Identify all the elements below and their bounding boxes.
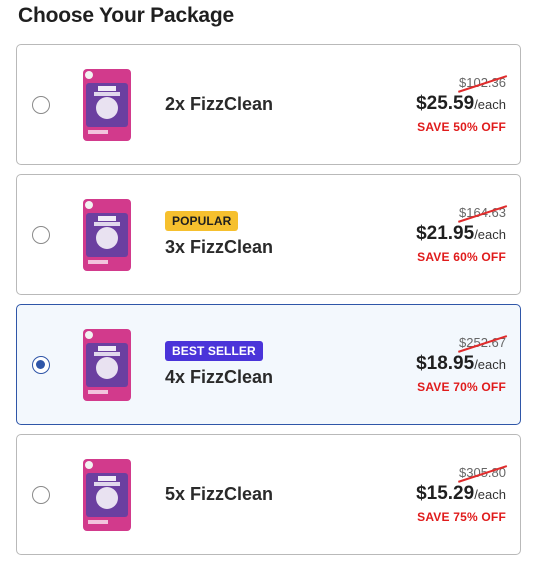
product-pack-image: [83, 458, 131, 531]
sale-price: $15.29: [416, 483, 475, 504]
original-price: $305.80: [458, 465, 507, 483]
popular-badge: POPULAR: [165, 211, 239, 231]
sale-price: $21.95: [416, 223, 475, 244]
package-radio-selected[interactable]: [32, 355, 50, 374]
page-title: Choose Your Package: [18, 4, 235, 27]
original-price: $252.67: [458, 335, 507, 353]
product-pack-image: [83, 68, 131, 141]
discount-label: SAVE 75% OFF: [417, 510, 506, 524]
best-seller-badge: BEST SELLER: [165, 341, 263, 361]
package-option-3x[interactable]: POPULAR 3x FizzClean $164.63 $21.95/each…: [16, 174, 521, 295]
original-price: $164.63: [458, 205, 507, 223]
package-name: 5x FizzClean: [165, 484, 274, 504]
sale-price: $18.95: [416, 353, 475, 374]
package-name: 4x FizzClean: [165, 367, 274, 387]
price-unit: /each: [474, 227, 506, 242]
price-unit: /each: [474, 487, 506, 502]
package-option-4x[interactable]: BEST SELLER 4x FizzClean $252.67 $18.95/…: [16, 304, 521, 425]
product-pack-image: [83, 198, 131, 271]
product-pack-image: [83, 328, 131, 401]
package-name: 2x FizzClean: [165, 94, 274, 114]
discount-label: SAVE 70% OFF: [417, 380, 506, 394]
discount-label: SAVE 50% OFF: [417, 120, 506, 134]
package-radio[interactable]: [32, 485, 50, 504]
package-radio[interactable]: [32, 95, 50, 114]
package-name: 3x FizzClean: [165, 237, 274, 257]
discount-label: SAVE 60% OFF: [417, 250, 506, 264]
price-unit: /each: [474, 357, 506, 372]
original-price: $102.36: [458, 75, 507, 93]
package-option-5x[interactable]: 5x FizzClean $305.80 $15.29/each SAVE 75…: [16, 434, 521, 555]
package-radio[interactable]: [32, 225, 50, 244]
price-unit: /each: [474, 97, 506, 112]
package-option-2x[interactable]: 2x FizzClean $102.36 $25.59/each SAVE 50…: [16, 44, 521, 165]
sale-price: $25.59: [416, 93, 475, 114]
